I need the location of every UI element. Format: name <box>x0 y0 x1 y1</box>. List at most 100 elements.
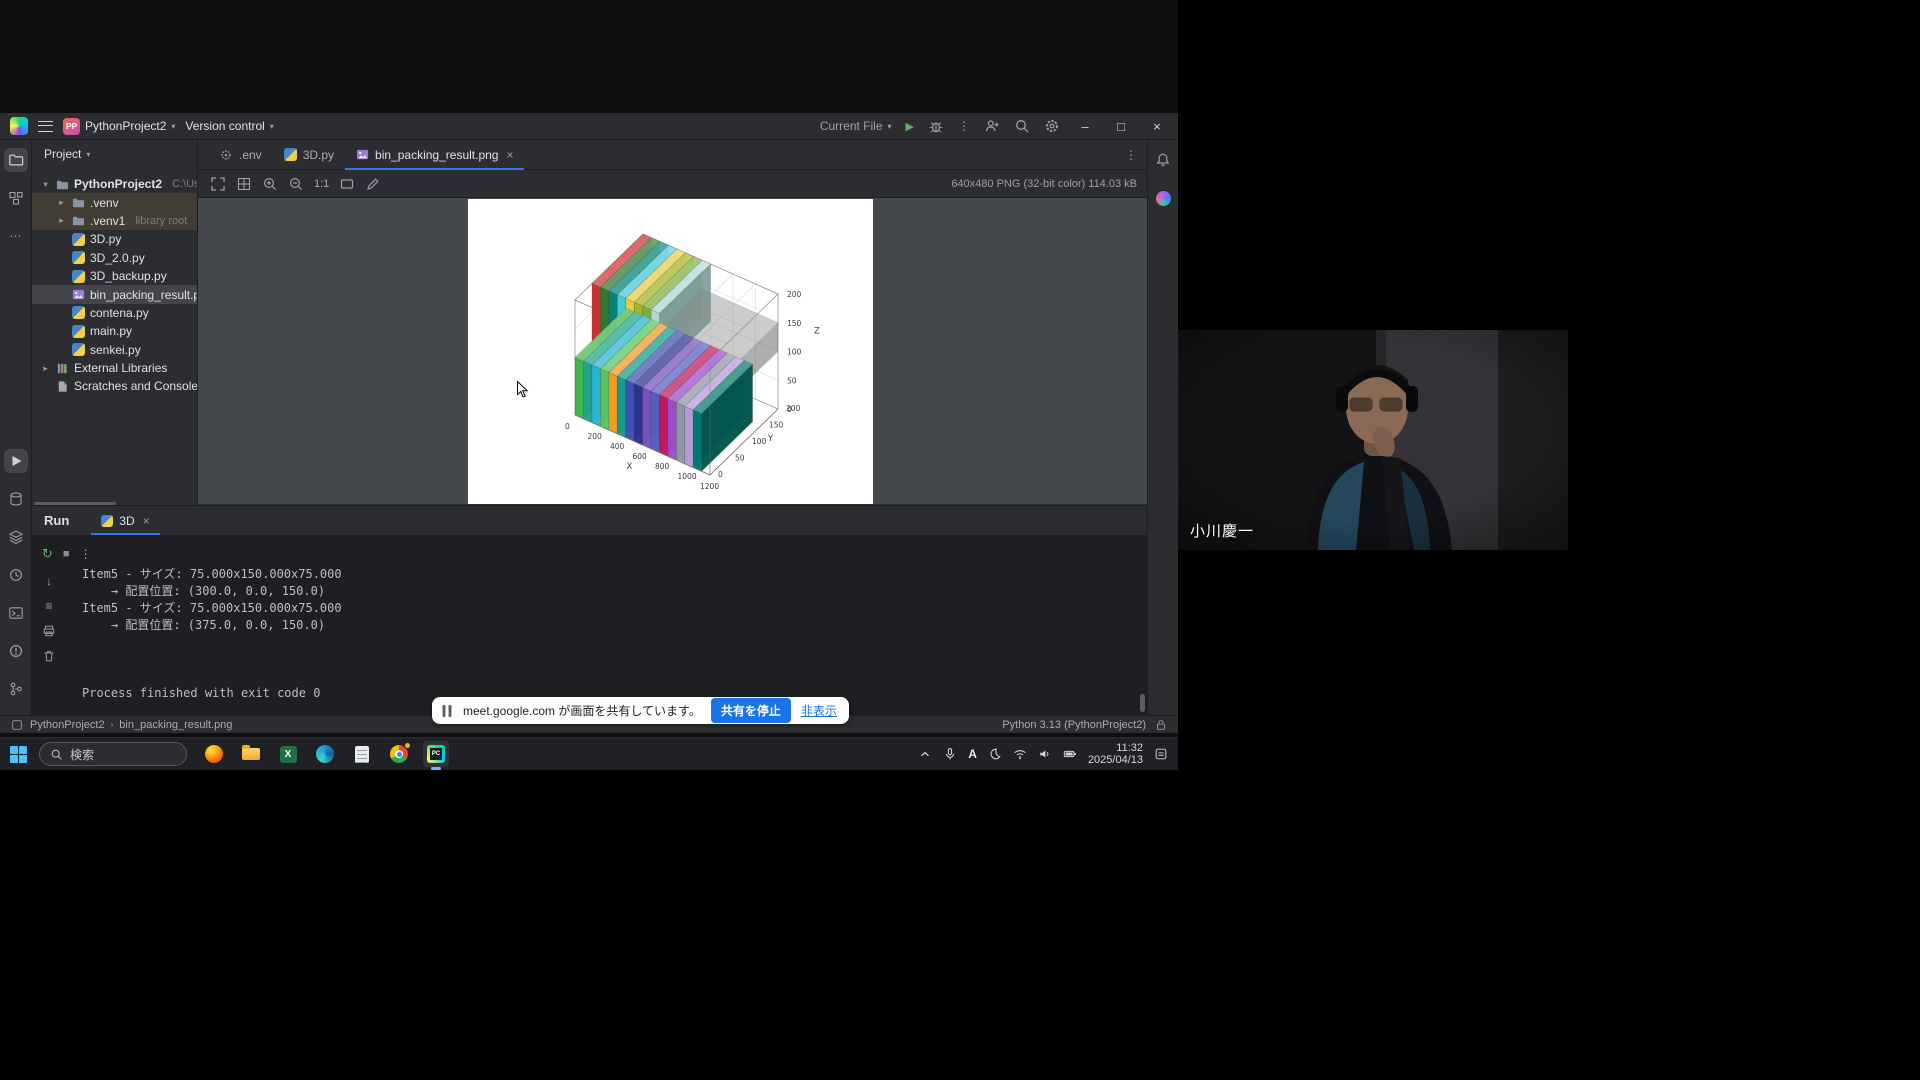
chevron-down-icon[interactable]: ▾ <box>40 179 51 190</box>
run-button[interactable]: ▶ <box>906 120 914 133</box>
project-panel-header[interactable]: Project ▾ <box>32 140 197 168</box>
svg-text:100: 100 <box>787 348 802 357</box>
svg-text:X: X <box>627 462 633 472</box>
share-message: meet.google.com が画面を共有しています。 <box>463 702 701 719</box>
tab-3d-py[interactable]: 3D.py <box>273 140 345 169</box>
tray-overflow-chevron-icon[interactable] <box>918 747 932 761</box>
main-menu-icon[interactable] <box>38 121 53 132</box>
breadcrumb-project[interactable]: PythonProject2 <box>30 719 105 731</box>
debug-button[interactable] <box>928 118 944 134</box>
taskbar-notepad-icon[interactable] <box>349 741 375 767</box>
close-run-tab-icon[interactable]: × <box>143 514 150 528</box>
scratch-file-icon <box>56 380 69 393</box>
console-output[interactable]: Item5 - サイズ: 75.000x150.000x75.000 → 配置位… <box>82 566 1135 709</box>
lock-icon[interactable] <box>1154 718 1168 732</box>
console-scrollbar[interactable] <box>1140 694 1145 712</box>
tree-item-pythonproject2[interactable]: ▾PythonProject2C:\Users\kone <box>32 175 197 193</box>
git-tool-button[interactable] <box>4 677 28 701</box>
terminal-tool-button[interactable] <box>4 601 28 625</box>
stop-sharing-button[interactable]: 共有を停止 <box>711 698 791 723</box>
tree-item-label: 3D_2.0.py <box>90 251 145 265</box>
project-tool-button[interactable] <box>4 148 28 172</box>
focus-assist-moon-icon[interactable] <box>988 747 1002 761</box>
taskbar-clock[interactable]: 11:32 2025/04/13 <box>1088 742 1143 766</box>
tree-item-label: senkei.py <box>90 343 141 357</box>
tab-bin-packing-result-png[interactable]: bin_packing_result.png × <box>345 140 524 169</box>
print-icon[interactable] <box>42 624 56 638</box>
tab-options-icon[interactable]: ⋮ <box>1125 148 1137 162</box>
tree-item--venv1[interactable]: ▸.venv1library root <box>32 212 197 230</box>
structure-tool-button[interactable] <box>4 186 28 210</box>
microphone-icon[interactable] <box>943 747 957 761</box>
chevron-right-icon[interactable]: ▸ <box>56 215 67 226</box>
actual-size-button[interactable]: 1:1 <box>310 178 333 190</box>
services-tool-button[interactable] <box>4 487 28 511</box>
hide-banner-link[interactable]: 非表示 <box>801 702 837 719</box>
ai-assistant-icon[interactable] <box>1151 186 1175 210</box>
code-with-me-icon[interactable] <box>984 118 1000 134</box>
wifi-icon[interactable] <box>1013 747 1027 761</box>
run-config-widget[interactable]: Current File ▾ <box>820 119 892 133</box>
run-more-options-icon[interactable]: ⋮ <box>80 547 92 561</box>
more-tools-button[interactable]: ⋯ <box>4 224 28 248</box>
fit-zoom-icon[interactable] <box>206 173 230 195</box>
taskbar-search-box[interactable]: 検索 <box>39 742 187 766</box>
breadcrumb-file[interactable]: bin_packing_result.png <box>119 719 232 731</box>
close-tab-icon[interactable]: × <box>506 148 513 162</box>
start-button[interactable] <box>10 746 27 763</box>
tree-item-3d-backup-py[interactable]: 3D_backup.py <box>32 267 197 285</box>
zoom-in-icon[interactable] <box>258 173 282 195</box>
clear-console-trash-icon[interactable] <box>42 649 56 663</box>
tree-item-senkei-py[interactable]: senkei.py <box>32 341 197 359</box>
project-widget[interactable]: PP PythonProject2 ▾ <box>63 118 175 135</box>
more-actions-icon[interactable]: ⋮ <box>958 119 970 133</box>
tab-env[interactable]: .env <box>208 140 273 169</box>
rerun-button[interactable]: ↻ <box>42 546 53 562</box>
tree-item--venv[interactable]: ▸.venv <box>32 193 197 211</box>
chevron-right-icon[interactable]: ▸ <box>40 363 51 374</box>
problems-tool-button[interactable] <box>4 639 28 663</box>
tree-item-bin-packing-result-png[interactable]: bin_packing_result.png <box>32 285 197 303</box>
tree-item-contena-py[interactable]: contena.py <box>32 304 197 322</box>
run-tab-3d[interactable]: 3D × <box>91 506 159 535</box>
search-everywhere-icon[interactable] <box>1014 118 1030 134</box>
chevron-down-icon: ▾ <box>171 122 175 131</box>
taskbar-pycharm-icon[interactable] <box>423 741 449 767</box>
python-packages-tool-button[interactable] <box>4 525 28 549</box>
restore-button[interactable]: □ <box>1110 119 1132 134</box>
frame-tool-icon[interactable] <box>335 173 359 195</box>
svg-text:50: 50 <box>735 454 745 463</box>
minimize-button[interactable]: – <box>1074 119 1096 134</box>
run-tool-button[interactable] <box>4 449 28 473</box>
grid-toggle-icon[interactable] <box>232 173 256 195</box>
zoom-out-icon[interactable] <box>284 173 308 195</box>
taskbar-chrome-icon[interactable] <box>386 741 412 767</box>
pycharm-logo-icon <box>10 117 28 135</box>
ime-indicator[interactable]: A <box>968 747 977 761</box>
tree-item-main-py[interactable]: main.py <box>32 322 197 340</box>
edit-external-icon[interactable] <box>361 173 385 195</box>
tree-item-3d-py[interactable]: 3D.py <box>32 230 197 248</box>
chevron-right-icon[interactable]: ▸ <box>56 197 67 208</box>
stop-button[interactable]: ■ <box>63 548 70 560</box>
image-canvas[interactable]: 0200400600800100012000501001502000501001… <box>198 198 1147 504</box>
taskbar-explorer-icon[interactable] <box>238 741 264 767</box>
taskbar-firefox-icon[interactable] <box>201 741 227 767</box>
battery-icon[interactable] <box>1063 747 1077 761</box>
svg-text:Z: Z <box>814 327 820 337</box>
python-interpreter-widget[interactable]: Python 3.13 (PythonProject2) <box>1002 719 1146 731</box>
version-control-widget[interactable]: Version control ▾ <box>185 119 273 133</box>
taskbar-excel-icon[interactable]: X <box>275 741 301 767</box>
taskbar-edge-icon[interactable] <box>312 741 338 767</box>
settings-gear-icon[interactable] <box>1044 118 1060 134</box>
soft-wrap-icon[interactable]: ≡ <box>45 599 52 613</box>
tree-item-external-libraries[interactable]: ▸External Libraries <box>32 359 197 377</box>
notification-center-icon[interactable] <box>1154 747 1168 761</box>
profiler-tool-button[interactable] <box>4 563 28 587</box>
scroll-to-end-icon[interactable]: ↓ <box>46 574 52 588</box>
tree-item-3d-2-0-py[interactable]: 3D_2.0.py <box>32 249 197 267</box>
tree-item-scratches-and-consoles[interactable]: Scratches and Consoles <box>32 377 197 395</box>
close-window-button[interactable]: × <box>1146 119 1168 134</box>
speaker-icon[interactable] <box>1038 747 1052 761</box>
notifications-bell-icon[interactable] <box>1151 148 1175 172</box>
